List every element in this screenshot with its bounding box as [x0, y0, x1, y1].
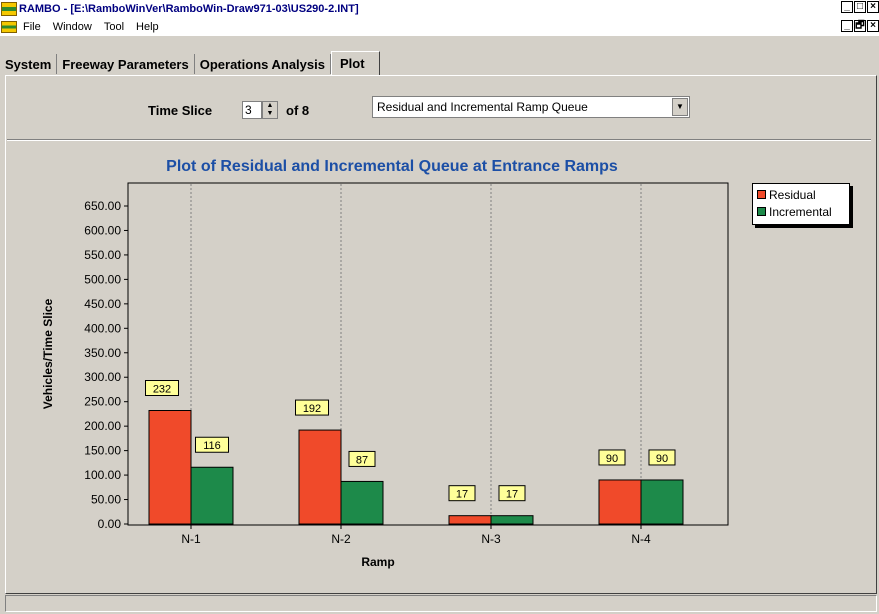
time-slice-input[interactable]: 3 — [242, 101, 262, 119]
chevron-down-icon[interactable]: ▼ — [672, 98, 688, 116]
tab-plot[interactable]: Plot — [330, 51, 380, 75]
status-bar — [5, 595, 877, 612]
document-icon[interactable] — [1, 21, 17, 33]
chart-legend: Residual Incremental — [752, 183, 850, 225]
spin-down-icon[interactable]: ▼ — [263, 110, 277, 118]
plot-controls: Time Slice 3 ▲ ▼ of 8 Residual and Incre… — [7, 84, 871, 138]
y-axis-label: Vehicles/Time Slice — [41, 298, 55, 410]
chart-title: Plot of Residual and Incremental Queue a… — [166, 158, 618, 175]
plot-panel — [5, 75, 877, 594]
divider — [7, 139, 871, 141]
close-button[interactable]: × — [867, 1, 879, 13]
minimize-button[interactable]: _ — [841, 1, 853, 13]
menu-file[interactable]: File — [23, 21, 41, 33]
legend-swatch-residual — [757, 190, 766, 199]
menu-window[interactable]: Window — [53, 21, 92, 33]
document-window-controls: _ 🗗 × — [841, 20, 879, 32]
menu-tool[interactable]: Tool — [104, 21, 124, 33]
window-title: RAMBO - [E:\RamboWinVer\RamboWin-Draw971… — [19, 3, 359, 15]
plot-type-select[interactable]: Residual and Incremental Ramp Queue ▼ — [372, 96, 690, 118]
x-axis-label: Ramp — [361, 555, 395, 569]
doc-close-button[interactable]: × — [867, 20, 879, 32]
legend-item-residual: Residual — [757, 186, 845, 203]
spin-up-icon[interactable]: ▲ — [263, 102, 277, 110]
window-controls: _ □ × — [841, 1, 879, 13]
title-bar: RAMBO - [E:\RamboWinVer\RamboWin-Draw971… — [0, 0, 879, 18]
time-slice-total: of 8 — [286, 103, 310, 118]
legend-item-incremental: Incremental — [757, 203, 845, 220]
plot-type-value: Residual and Incremental Ramp Queue — [377, 100, 588, 114]
app-icon — [1, 2, 17, 16]
doc-minimize-button[interactable]: _ — [841, 20, 853, 32]
menu-help[interactable]: Help — [136, 21, 159, 33]
tab-freeway-parameters[interactable]: Freeway Parameters — [57, 54, 195, 74]
tab-strip: System Freeway Parameters Operations Ana… — [0, 51, 380, 75]
legend-label-incremental: Incremental — [769, 204, 832, 219]
time-slice-spinner[interactable]: ▲ ▼ — [262, 101, 278, 119]
legend-swatch-incremental — [757, 207, 766, 216]
tab-system[interactable]: System — [0, 54, 58, 74]
maximize-button[interactable]: □ — [854, 1, 866, 13]
legend-label-residual: Residual — [769, 187, 816, 202]
menu-bar: File Window Tool Help _ 🗗 × — [0, 18, 879, 36]
tab-operations-analysis[interactable]: Operations Analysis — [195, 54, 331, 74]
doc-restore-button[interactable]: 🗗 — [854, 20, 866, 32]
time-slice-label: Time Slice — [148, 103, 213, 118]
